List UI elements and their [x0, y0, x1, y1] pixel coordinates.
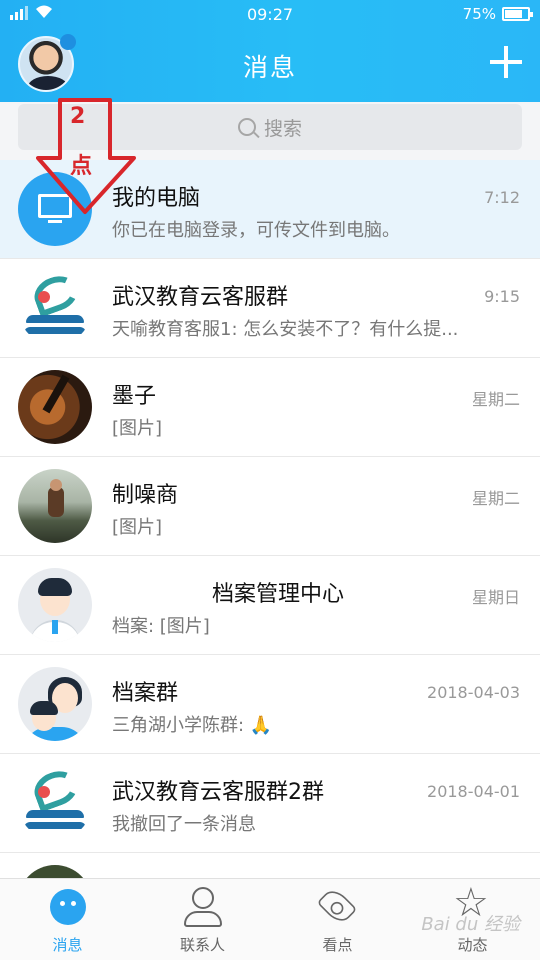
conversation-time: 2018-04-03	[427, 683, 520, 702]
tab-contacts[interactable]: 联系人	[135, 879, 270, 960]
top-bar: 09:27 75% 消息	[0, 0, 540, 102]
status-time: 09:27	[246, 5, 294, 24]
tab-look[interactable]: 看点	[270, 879, 405, 960]
conversation-preview: 天喻教育客服1: 怎么安装不了？有什么提...	[112, 319, 459, 340]
conversation-name: 档案群	[112, 681, 179, 706]
conversation-row[interactable]: 武汉教育云客服群2群 2018-04-01 我撤回了一条消息	[0, 754, 540, 853]
tab-messages[interactable]: 消息	[0, 879, 135, 960]
conversation-time: 2018-04-01	[427, 782, 520, 801]
status-bar: 09:27 75%	[0, 0, 540, 28]
avatar	[18, 469, 92, 543]
conversation-name: 武汉教育云客服群2群	[112, 780, 324, 805]
conversation-time: 星期二	[471, 390, 520, 409]
conversation-preview: 三角湖小学陈群: 🙏	[112, 715, 273, 736]
conversation-time: 9:15	[484, 287, 520, 306]
edu-logo-icon	[18, 271, 92, 345]
annotation-action: 点	[70, 154, 93, 179]
eye-icon	[316, 885, 358, 927]
tab-label: 消息	[52, 936, 83, 954]
group-icon	[18, 667, 92, 741]
conversation-preview: 你已在电脑登录，可传文件到电脑。	[112, 220, 400, 241]
annotation-step: 2	[70, 104, 86, 129]
conversation-row[interactable]: 武汉教育云客服群 9:15 天喻教育客服1: 怎么安装不了？有什么提...	[0, 259, 540, 358]
battery-icon	[502, 7, 533, 21]
avatar	[18, 865, 92, 878]
person-icon	[18, 568, 92, 642]
conversation-row[interactable]: 档案群 2018-04-03 三角湖小学陈群: 🙏	[0, 655, 540, 754]
computer-icon	[18, 172, 92, 246]
conversation-name: 武汉教育云客服群	[112, 285, 289, 310]
conversation-time: 7:12	[484, 188, 520, 207]
search-input[interactable]: 搜索	[18, 104, 522, 150]
conversation-list: 我的电脑 7:12 你已在电脑登录，可传文件到电脑。 武汉教育云客服群 9:15…	[0, 160, 540, 878]
tab-label: 联系人	[179, 936, 225, 954]
page-title: 消息	[242, 53, 297, 82]
conversation-preview: 档案: [图片]	[112, 616, 210, 637]
conversation-row[interactable]: 档案管理中心 星期日 档案: [图片]	[0, 556, 540, 655]
search-placeholder: 搜索	[263, 117, 302, 140]
tab-label: 动态	[457, 936, 488, 954]
conversation-row-partial[interactable]	[0, 853, 540, 878]
conversation-name: 制噪商	[112, 483, 179, 508]
conversation-time: 星期二	[471, 489, 520, 508]
message-icon	[50, 889, 86, 925]
watermark: Bai du 经验	[421, 914, 520, 935]
conversation-name: 档案管理中心	[212, 582, 345, 607]
avatar	[18, 370, 92, 444]
conversation-row[interactable]: 制噪商 星期二 [图片]	[0, 457, 540, 556]
add-button[interactable]	[488, 44, 524, 80]
conversation-preview: 我撤回了一条消息	[112, 814, 256, 835]
conversation-name: 我的电脑	[112, 186, 201, 211]
search-icon	[237, 118, 256, 136]
contacts-icon	[184, 887, 222, 927]
battery-percent: 75%	[462, 5, 496, 23]
conversation-name: 墨子	[112, 384, 157, 409]
edu-logo-icon	[18, 766, 92, 840]
conversation-preview: [图片]	[112, 418, 163, 439]
conversation-time: 星期日	[471, 588, 520, 607]
conversation-row[interactable]: 墨子 星期二 [图片]	[0, 358, 540, 457]
conversation-preview: [图片]	[112, 517, 163, 538]
tab-label: 看点	[322, 936, 353, 954]
